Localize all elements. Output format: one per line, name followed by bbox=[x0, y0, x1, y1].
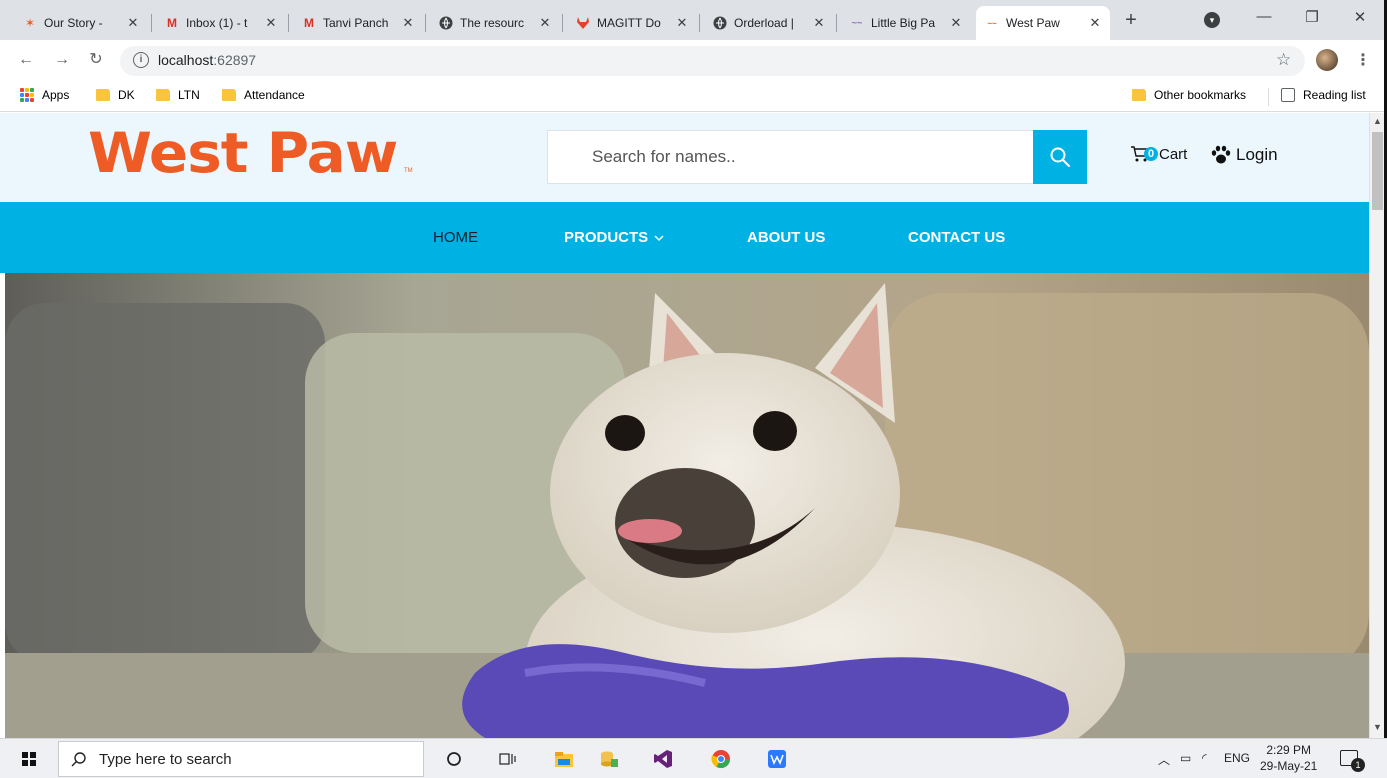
info-icon[interactable]: i bbox=[133, 52, 149, 68]
little-big-paw-icon: ~~ bbox=[851, 18, 863, 28]
cart-count-badge: 0 bbox=[1144, 147, 1158, 161]
windows-start-icon[interactable] bbox=[22, 752, 36, 766]
forward-arrow-icon[interactable]: → bbox=[52, 50, 72, 70]
tab-the-resource[interactable]: The resourc ✕ bbox=[430, 6, 560, 40]
logo-trademark: TM bbox=[404, 168, 413, 174]
globe-icon bbox=[712, 15, 728, 31]
west-paw-logo[interactable]: West Paw bbox=[88, 120, 398, 187]
close-icon[interactable]: ✕ bbox=[949, 15, 963, 31]
clock-date: 29-May-21 bbox=[1260, 759, 1318, 773]
tab-little-big-paw[interactable]: ~~ Little Big Pa ✕ bbox=[841, 6, 971, 40]
bookmark-folder-dk[interactable]: DK bbox=[96, 88, 135, 102]
scroll-up-arrow-icon[interactable]: ▲ bbox=[1373, 116, 1382, 126]
nav-home[interactable]: HOME bbox=[433, 229, 478, 246]
west-paw-logo-icon: ~~ bbox=[987, 18, 997, 28]
folder-icon bbox=[156, 89, 170, 101]
close-icon[interactable]: ✕ bbox=[126, 15, 140, 31]
nav-products[interactable]: PRODUCTS bbox=[564, 229, 664, 246]
tab-our-story[interactable]: ✶ Our Story - ✕ bbox=[14, 6, 148, 40]
reading-list-icon bbox=[1281, 88, 1295, 102]
bookmarks-separator bbox=[1268, 88, 1269, 106]
tab-inbox[interactable]: M Inbox (1) - t ✕ bbox=[156, 6, 286, 40]
taskbar-clock[interactable]: 2:29 PM 29-May-21 bbox=[1260, 742, 1317, 774]
wifi-icon[interactable]: ◜ bbox=[1202, 751, 1207, 765]
west-paw-logo-icon: ✶ bbox=[24, 16, 36, 30]
nav-about-us[interactable]: ABOUT US bbox=[747, 229, 825, 246]
search-button[interactable] bbox=[1033, 130, 1087, 184]
minimize-icon[interactable]: — bbox=[1254, 8, 1274, 25]
task-view-icon[interactable] bbox=[497, 748, 519, 770]
language-indicator[interactable]: ENG bbox=[1224, 751, 1250, 765]
cart-label: Cart bbox=[1159, 145, 1188, 163]
folder-icon bbox=[1132, 89, 1146, 101]
sql-server-icon[interactable] bbox=[598, 748, 620, 770]
search-icon bbox=[1050, 147, 1070, 167]
paw-icon bbox=[1211, 145, 1231, 164]
tab-separator bbox=[288, 14, 289, 32]
reading-list[interactable]: Reading list bbox=[1281, 88, 1366, 102]
battery-icon[interactable]: ▭ bbox=[1180, 751, 1191, 765]
profile-avatar[interactable] bbox=[1316, 49, 1338, 71]
globe-icon bbox=[438, 15, 454, 31]
other-bookmarks[interactable]: Other bookmarks bbox=[1132, 88, 1246, 102]
hero-banner-image bbox=[5, 273, 1369, 738]
cart-link[interactable]: 0 Cart bbox=[1130, 145, 1187, 163]
scrollbar-thumb[interactable] bbox=[1372, 132, 1383, 210]
visual-studio-icon[interactable] bbox=[652, 748, 674, 770]
tab-search-icon[interactable]: ▾ bbox=[1204, 12, 1220, 28]
clock-time: 2:29 PM bbox=[1266, 743, 1312, 757]
gmail-icon: M bbox=[304, 16, 314, 30]
tab-west-paw[interactable]: ~~ West Paw ✕ bbox=[976, 6, 1110, 40]
notification-count-badge: 1 bbox=[1351, 758, 1365, 772]
login-label: Login bbox=[1236, 145, 1278, 164]
tab-orderload[interactable]: Orderload | ✕ bbox=[704, 6, 834, 40]
folder-icon bbox=[222, 89, 236, 101]
main-navigation bbox=[0, 202, 1369, 273]
bookmark-star-icon[interactable]: ☆ bbox=[1276, 50, 1291, 70]
tab-separator bbox=[425, 14, 426, 32]
nav-contact-us[interactable]: CONTACT US bbox=[908, 229, 1005, 246]
gitlab-icon bbox=[575, 15, 591, 31]
tab-separator bbox=[699, 14, 700, 32]
close-icon[interactable]: ✕ bbox=[1088, 15, 1102, 31]
file-explorer-icon[interactable] bbox=[553, 748, 575, 770]
new-tab-button[interactable]: + bbox=[1120, 10, 1142, 32]
close-icon[interactable]: ✕ bbox=[675, 15, 689, 31]
tab-separator bbox=[836, 14, 837, 32]
tab-separator bbox=[562, 14, 563, 32]
back-arrow-icon[interactable]: ← bbox=[16, 50, 36, 70]
close-icon[interactable]: ✕ bbox=[538, 15, 552, 31]
wps-office-icon[interactable] bbox=[766, 748, 788, 770]
close-icon[interactable]: ✕ bbox=[401, 15, 415, 31]
scroll-down-arrow-icon[interactable]: ▼ bbox=[1373, 722, 1382, 732]
show-hidden-icons-chevron-icon[interactable]: ︿ bbox=[1158, 751, 1170, 768]
tab-separator bbox=[151, 14, 152, 32]
apps-grid-icon bbox=[20, 88, 34, 102]
address-url[interactable]: localhost:62897 bbox=[158, 52, 256, 68]
search-input[interactable] bbox=[547, 130, 1034, 184]
cortana-icon[interactable] bbox=[443, 748, 465, 770]
tab-tanvi[interactable]: M Tanvi Panch ✕ bbox=[293, 6, 423, 40]
address-bar[interactable] bbox=[120, 46, 1305, 76]
close-icon[interactable]: ✕ bbox=[812, 15, 826, 31]
chevron-down-icon bbox=[654, 235, 664, 242]
bookmark-folder-attendance[interactable]: Attendance bbox=[222, 88, 305, 102]
search-icon bbox=[71, 752, 86, 767]
close-icon[interactable]: ✕ bbox=[264, 15, 278, 31]
folder-icon bbox=[96, 89, 110, 101]
window-close-icon[interactable]: ✕ bbox=[1350, 8, 1370, 26]
bookmark-apps[interactable]: Apps bbox=[20, 88, 69, 102]
tab-magitt[interactable]: MAGITT Do ✕ bbox=[567, 6, 697, 40]
reload-icon[interactable]: ↻ bbox=[86, 50, 106, 70]
login-link[interactable]: Login bbox=[1210, 145, 1278, 165]
bookmark-folder-ltn[interactable]: LTN bbox=[156, 88, 200, 102]
gmail-icon: M bbox=[167, 16, 177, 30]
chrome-icon[interactable] bbox=[710, 748, 732, 770]
browser-menu-icon[interactable]: ⋮ bbox=[1355, 50, 1371, 70]
taskbar-search-box[interactable]: Type here to search bbox=[58, 741, 424, 777]
restore-icon[interactable]: ❐ bbox=[1302, 8, 1322, 26]
